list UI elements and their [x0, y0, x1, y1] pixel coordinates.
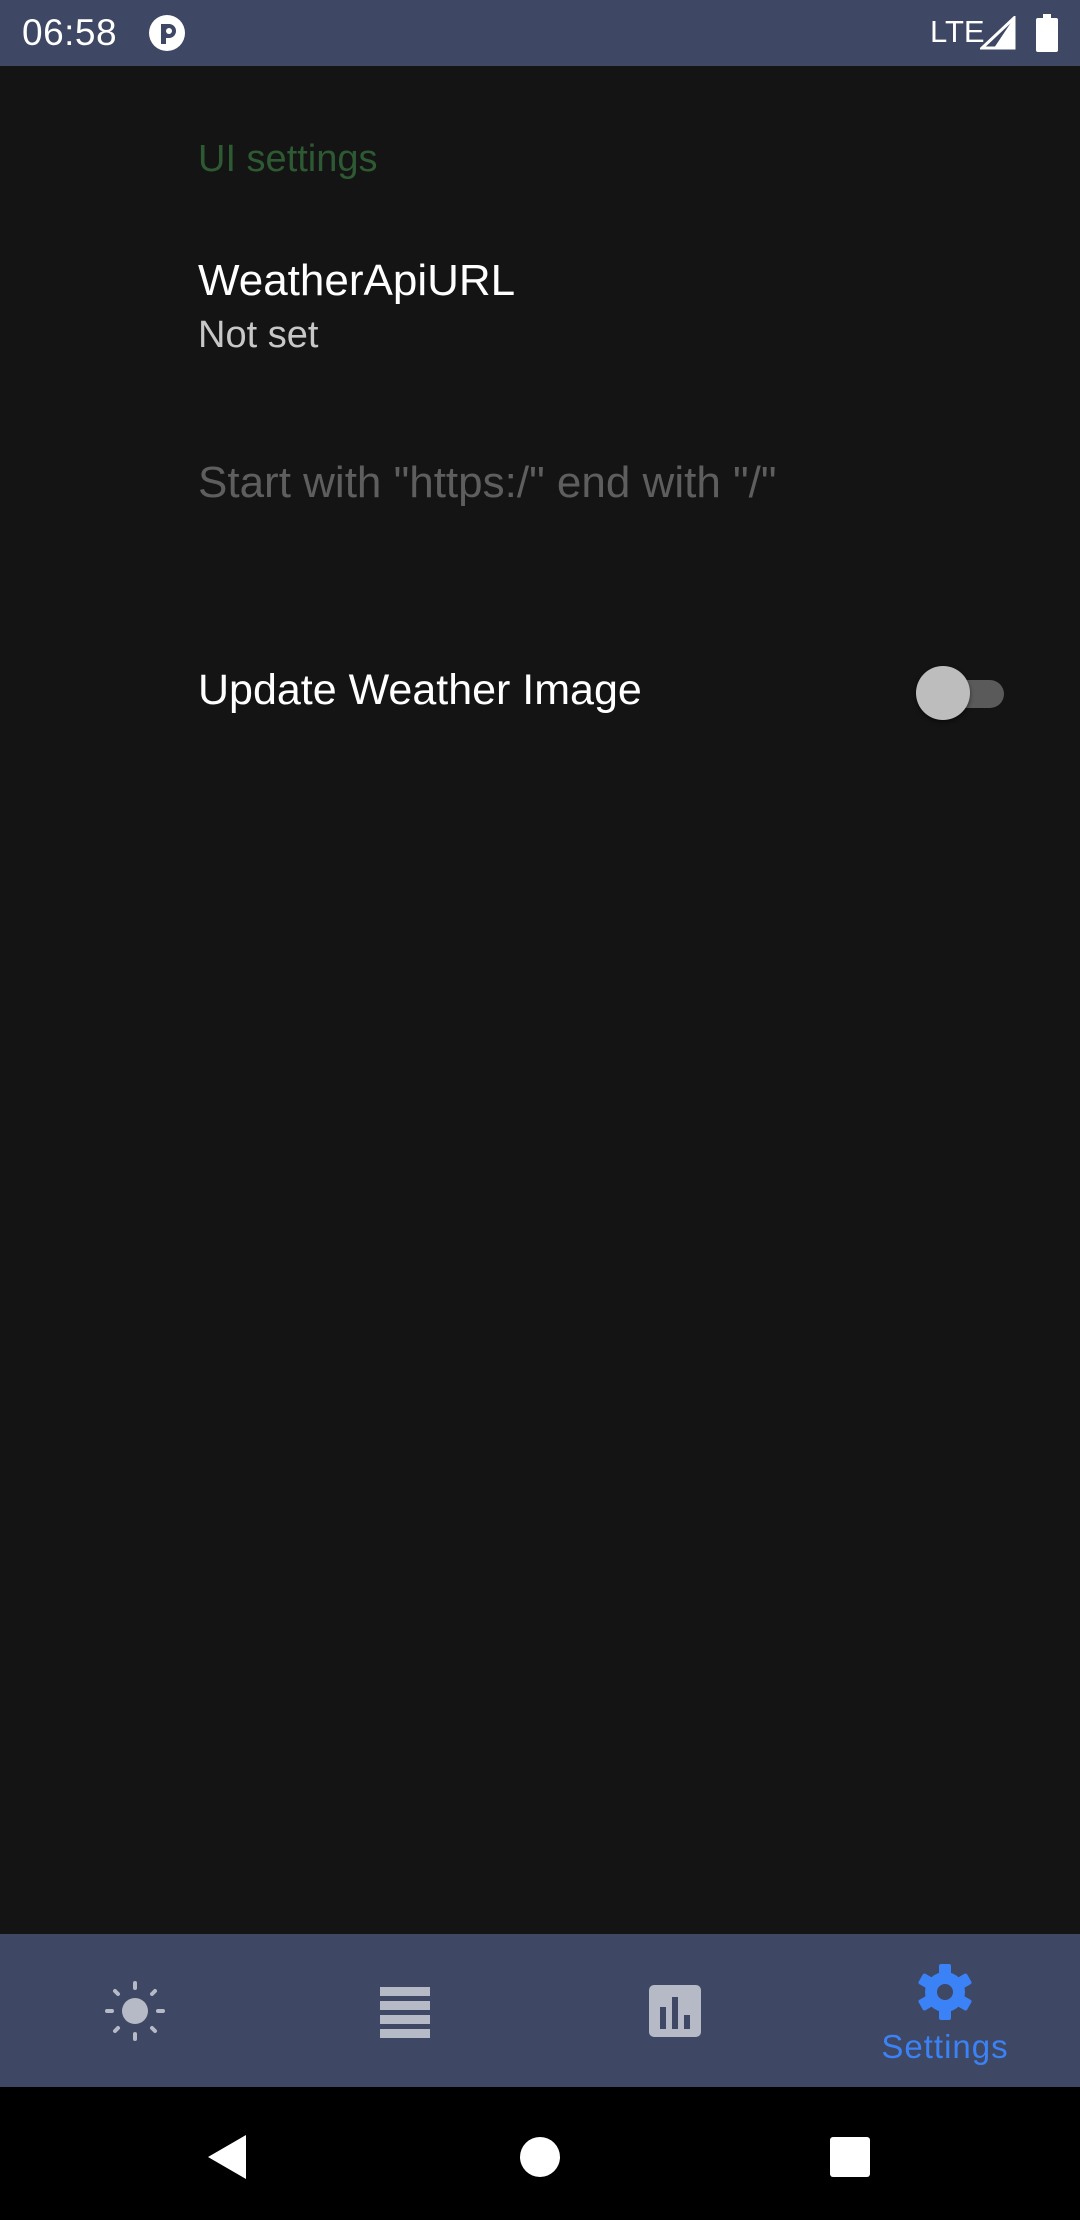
- network-type: LTE: [930, 14, 985, 49]
- switch-thumb: [916, 666, 970, 720]
- chart-icon: [649, 1985, 701, 2037]
- update-weather-image-label: Update Weather Image: [198, 666, 642, 714]
- nav-item-stats[interactable]: [540, 1934, 810, 2087]
- weather-api-url-title: WeatherApiURL: [198, 256, 516, 305]
- battery-icon: [1036, 14, 1058, 52]
- recents-icon[interactable]: [820, 2127, 880, 2187]
- back-icon[interactable]: [196, 2127, 256, 2187]
- gear-icon: [918, 1964, 972, 2020]
- url-hint-text: Start with "https:/" end with "/": [198, 458, 777, 507]
- status-time: 06:58: [22, 12, 118, 53]
- nav-item-list[interactable]: [270, 1934, 540, 2087]
- nav-item-settings[interactable]: Settings: [810, 1934, 1080, 2087]
- update-weather-image-preference[interactable]: Update Weather Image: [0, 626, 1080, 756]
- weather-api-url-summary: Not set: [198, 314, 319, 356]
- signal-icon: [980, 16, 1016, 50]
- app-notification-icon: [149, 15, 185, 51]
- home-icon[interactable]: [510, 2127, 570, 2187]
- list-icon: [380, 1987, 430, 2038]
- system-navigation-bar: [0, 2087, 1080, 2220]
- section-title: UI settings: [198, 138, 378, 180]
- update-weather-image-switch[interactable]: [916, 666, 1006, 720]
- nav-item-weather[interactable]: [0, 1934, 270, 2087]
- settings-screen: UI settings WeatherApiURL Not set Start …: [0, 66, 1080, 1934]
- weather-api-url-preference[interactable]: [0, 226, 1080, 376]
- bottom-navigation: Settings: [0, 1934, 1080, 2087]
- status-bar: 06:58 LTE: [0, 0, 1080, 66]
- sun-icon: [105, 1981, 165, 2041]
- nav-label-settings: Settings: [881, 2028, 1009, 2065]
